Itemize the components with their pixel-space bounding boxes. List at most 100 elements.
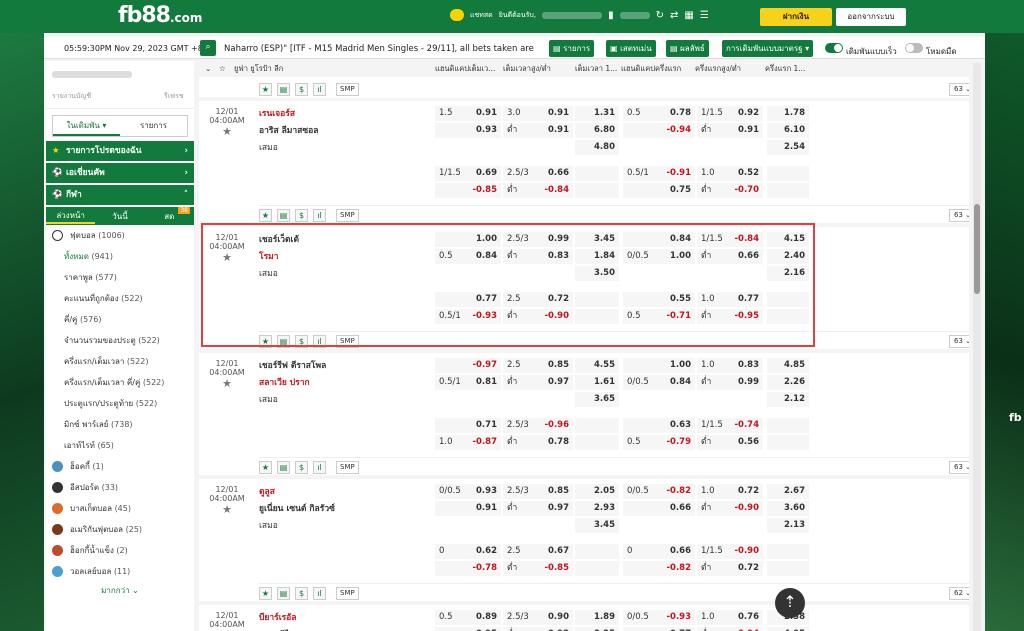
odds-cell[interactable]: 0.77: [435, 292, 501, 307]
odds-value[interactable]: 0.72: [738, 561, 759, 576]
odds-value[interactable]: 1.84: [594, 249, 615, 264]
smp-button[interactable]: SMP: [336, 335, 359, 348]
deposit-button[interactable]: ฝากเงิน: [760, 8, 832, 26]
odds-value[interactable]: 1.00: [670, 249, 691, 264]
odds-value[interactable]: 0.99: [548, 232, 569, 247]
odds-cell[interactable]: ต่ำ -0.90: [697, 501, 763, 516]
odds-value[interactable]: -0.82: [667, 561, 692, 576]
smp-button[interactable]: SMP: [336, 209, 359, 222]
odds-value[interactable]: 0.77: [476, 292, 497, 307]
odds-value[interactable]: 2.67: [784, 484, 805, 499]
results-button[interactable]: ▤ ผลลัพธ์: [666, 40, 709, 57]
odds-cell[interactable]: 6.10: [767, 123, 809, 138]
collapse-all-icon[interactable]: ⌄: [205, 61, 219, 77]
odds-value[interactable]: -0.74: [735, 418, 760, 433]
odds-cell[interactable]: ต่ำ -0.70: [697, 183, 763, 198]
refresh-icon[interactable]: ↻: [656, 10, 664, 21]
dollar-icon[interactable]: $: [295, 587, 308, 600]
search-icon[interactable]: ⌕: [200, 40, 216, 56]
odds-value[interactable]: 3.25: [594, 627, 615, 631]
odds-cell[interactable]: [575, 309, 619, 324]
odds-cell[interactable]: ต่ำ 0.66: [697, 249, 763, 264]
odds-value[interactable]: 0.95: [476, 627, 497, 631]
odds-cell[interactable]: 3.60: [767, 501, 809, 516]
sidebar-item-sport[interactable]: บาสเก็ตบอล (45): [46, 498, 194, 519]
home-team[interactable]: ตูลูส: [259, 484, 434, 501]
odds-cell[interactable]: 1.0 0.77: [697, 292, 763, 307]
tab-inplay[interactable]: ในเดิมพัน ▾: [53, 116, 120, 136]
odds-cell[interactable]: 0/0.5 1.00: [623, 249, 695, 264]
odds-cell[interactable]: 1.0 0.83: [697, 358, 763, 373]
odds-value[interactable]: 0.52: [738, 166, 759, 181]
odds-cell[interactable]: 0/0.5 0.84: [623, 375, 695, 390]
odds-cell[interactable]: 0.71: [435, 418, 501, 433]
odds-value[interactable]: 0.76: [738, 610, 759, 625]
odds-value[interactable]: 0.93: [476, 123, 497, 138]
asian-cup-header[interactable]: ⚽ เอเชี่ยนคัพ ›: [46, 163, 194, 183]
odds-value[interactable]: 0.85: [548, 484, 569, 499]
odds-value[interactable]: 0.84: [670, 232, 691, 247]
odds-cell[interactable]: 2.67: [767, 484, 809, 499]
list-button[interactable]: ▤ รายการ: [549, 40, 595, 57]
odds-value[interactable]: 4.05: [784, 627, 805, 631]
odds-value[interactable]: 1.31: [594, 106, 615, 121]
odds-cell[interactable]: 2.40: [767, 249, 809, 264]
odds-cell[interactable]: 1/1.5 0.92: [697, 106, 763, 121]
odds-value[interactable]: 0.84: [670, 375, 691, 390]
odds-cell[interactable]: [575, 418, 619, 433]
odds-cell[interactable]: 3.25: [575, 627, 619, 631]
odds-value[interactable]: 2.54: [784, 140, 805, 155]
quick-bet-toggle[interactable]: [825, 43, 843, 53]
odds-cell[interactable]: ต่ำ -0.94: [697, 627, 763, 631]
odds-value[interactable]: 0.69: [476, 166, 497, 181]
subtab-today[interactable]: วันนี้: [95, 210, 144, 223]
odds-value[interactable]: 0.85: [548, 358, 569, 373]
stats-icon[interactable]: ▤: [277, 587, 290, 600]
odds-cell[interactable]: 4.05: [767, 627, 809, 631]
away-team[interactable]: โรมา: [259, 249, 434, 266]
odds-cell[interactable]: 1.0 -0.87: [435, 435, 501, 450]
odds-value[interactable]: 2.26: [784, 375, 805, 390]
odds-value[interactable]: 1.89: [594, 610, 615, 625]
odds-value[interactable]: -0.97: [473, 358, 498, 373]
odds-value[interactable]: 0.97: [548, 501, 569, 516]
bet-type-dropdown[interactable]: การเดิมพันแบบมาตรฐ ▾: [722, 40, 814, 57]
odds-cell[interactable]: [767, 561, 809, 576]
odds-cell[interactable]: 1.89: [575, 610, 619, 625]
refresh-link[interactable]: รีเฟรช: [164, 91, 184, 102]
odds-cell[interactable]: ต่ำ 0.92: [503, 627, 573, 631]
odds-value[interactable]: 1.00: [476, 232, 497, 247]
star-icon[interactable]: ★: [199, 251, 255, 264]
odds-cell[interactable]: 0/0.5 -0.82: [623, 484, 695, 499]
odds-value[interactable]: 4.55: [594, 358, 615, 373]
sidebar-item-market[interactable]: ราคาพูล (577): [46, 267, 194, 288]
odds-value[interactable]: 0.91: [476, 106, 497, 121]
odds-cell[interactable]: 1/1.5 -0.84: [697, 232, 763, 247]
sidebar-item-market[interactable]: เอาท์ไรท์ (65): [46, 435, 194, 456]
odds-cell[interactable]: 0.55: [623, 292, 695, 307]
odds-cell[interactable]: 0/0.5 -0.93: [623, 610, 695, 625]
sidebar-item-market[interactable]: ประตูแรก/ประตูท้าย (522): [46, 393, 194, 414]
odds-value[interactable]: 6.80: [594, 123, 615, 138]
star-icon[interactable]: ★: [199, 377, 255, 390]
odds-cell[interactable]: 2.5/3 0.99: [503, 232, 573, 247]
odds-cell[interactable]: [575, 183, 619, 198]
odds-cell[interactable]: 0.5 -0.79: [623, 435, 695, 450]
odds-cell[interactable]: [767, 418, 809, 433]
odds-value[interactable]: 0.63: [670, 418, 691, 433]
chart-icon[interactable]: ıl: [313, 587, 326, 600]
scrollbar[interactable]: [973, 63, 981, 631]
odds-value[interactable]: -0.90: [545, 309, 570, 324]
odds-value[interactable]: 0.56: [738, 435, 759, 450]
odds-cell[interactable]: 0.91: [435, 501, 501, 516]
odds-value[interactable]: -0.84: [545, 183, 570, 198]
odds-cell[interactable]: 4.15: [767, 232, 809, 247]
odds-cell[interactable]: 1.78: [767, 106, 809, 121]
odds-cell[interactable]: 2.5/3 0.85: [503, 484, 573, 499]
calendar-icon[interactable]: ▦: [684, 10, 693, 21]
odds-cell[interactable]: 1/1.5 0.69: [435, 166, 501, 181]
home-team[interactable]: เรนเจอร์ส: [259, 106, 434, 123]
odds-value[interactable]: 0.72: [738, 484, 759, 499]
odds-cell[interactable]: [575, 435, 619, 450]
odds-cell[interactable]: ต่ำ -0.95: [697, 309, 763, 324]
